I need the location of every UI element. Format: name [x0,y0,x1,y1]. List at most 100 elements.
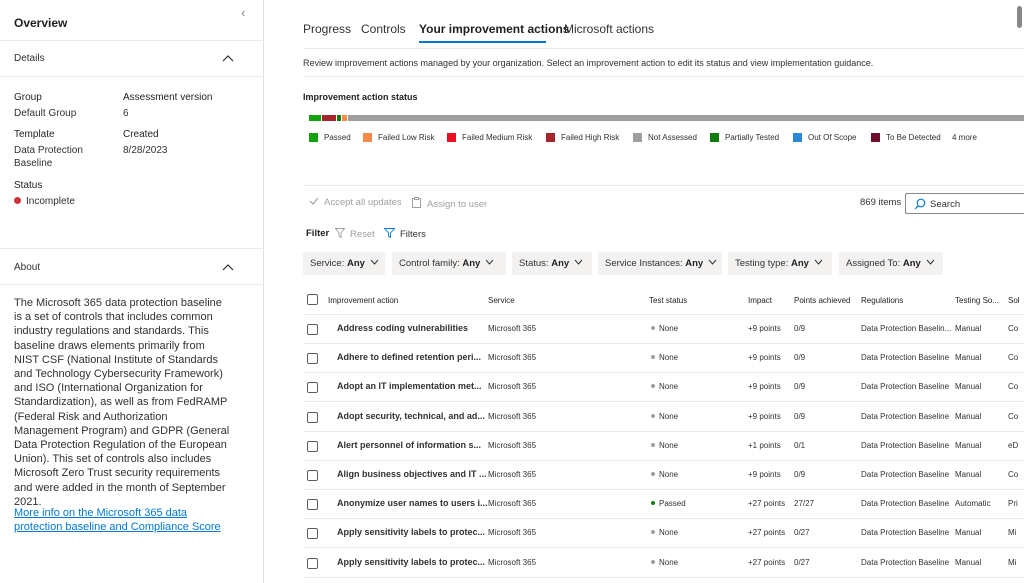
table-row[interactable]: Align business objectives and IT ... Micr… [265,461,1024,490]
column-header-impact[interactable]: Impact [748,296,772,305]
overview-panel: ‹ Overview Details Group Default Group A… [0,0,264,583]
column-header-test-status[interactable]: Test status [649,296,687,305]
status-label: Status [14,180,43,191]
improvement-action-name[interactable]: Adopt an IT implementation met... [337,381,487,391]
tab-your-improvement-actions[interactable]: Your improvement actions [419,22,569,36]
legend-label: To Be Detected [886,133,941,142]
reset-button[interactable]: Reset [334,228,375,240]
chevron-up-icon[interactable] [222,54,234,62]
tab-progress[interactable]: Progress [303,22,351,36]
chevron-down-icon [814,259,823,265]
row-checkbox[interactable] [307,440,318,452]
test-status-cell: None [651,324,678,333]
control-family-filter-pill[interactable]: Control family: Any [392,252,506,275]
table-row[interactable]: Address coding vulnerabilities Microsoft … [265,315,1024,344]
accept-all-updates-button[interactable]: Accept all updates [309,197,402,208]
status-dot-icon [651,501,655,506]
table-row[interactable]: Apply sensitivity labels to protec... Mic… [265,549,1024,578]
column-header-improvement-action[interactable]: Improvement action [328,296,398,305]
column-header-testing-source[interactable]: Testing So... [955,296,999,305]
table-row[interactable]: Anonymize user names to users i... Micros… [265,490,1024,520]
status-filter-pill[interactable]: Status: Any [512,252,592,275]
improvement-action-name[interactable]: Apply sensitivity labels to protec... [337,557,487,567]
chevron-up-icon[interactable] [222,263,234,271]
legend-more-link[interactable]: 4 more [952,133,977,142]
row-checkbox[interactable] [307,382,318,394]
row-checkbox[interactable] [307,528,318,540]
impact-cell: +1 points [748,440,781,450]
improvement-action-name[interactable]: Address coding vulnerabilities [337,323,487,333]
column-header-solutions[interactable]: Sol [1008,296,1020,305]
improvement-action-name[interactable]: Adopt security, technical, and ad... [337,411,487,421]
legend-label: Out Of Scope [808,133,857,142]
select-all-checkbox[interactable] [307,294,318,305]
table-row[interactable]: Adopt security, technical, and ad... Micr… [265,403,1024,432]
status-text: Incomplete [26,196,75,207]
service-cell: Microsoft 365 [488,528,537,538]
status-bar-failed-high [322,115,336,121]
table-row[interactable]: Alert personnel of information s... Micro… [265,432,1024,461]
divider [303,76,1024,77]
collapse-panel-icon[interactable]: ‹ [241,5,245,20]
accept-all-label: Accept all updates [324,197,402,208]
row-checkbox[interactable] [307,353,318,365]
points-achieved-cell: 0/1 [794,440,806,450]
column-header-points-achieved[interactable]: Points achieved [794,296,850,305]
row-checkbox[interactable] [307,557,318,569]
assigned-to-filter-pill[interactable]: Assigned To: Any [839,252,943,275]
table-row[interactable]: Apply sensitivity labels to protec... Mic… [265,519,1024,549]
filter-label: Filter [306,228,330,239]
test-status-cell: None [651,382,678,391]
status-bar-failed-low [342,115,347,121]
assign-to-user-button[interactable]: Assign to user [412,197,487,210]
impact-cell: +27 points [748,557,786,567]
service-cell: Microsoft 365 [488,411,537,421]
regulations-cell: Data Protection Baseline [861,499,950,509]
search-input[interactable]: Search [905,193,1024,214]
pill-label: Status: [519,258,549,269]
tab-microsoft-actions[interactable]: Microsoft actions [564,22,654,36]
row-checkbox[interactable] [307,324,318,335]
testing-source-cell: Manual [955,440,982,450]
testing-type-filter-pill[interactable]: Testing type: Any [728,252,832,275]
impact-cell: +9 points [748,470,781,479]
table-row[interactable]: Adhere to defined retention peri... Micro… [265,344,1024,374]
reset-label: Reset [350,229,375,240]
row-checkbox[interactable] [307,499,318,511]
improvement-action-name[interactable]: Adhere to defined retention peri... [337,352,487,362]
divider [0,76,264,77]
pill-label: Service Instances: [605,258,683,269]
scrollbar[interactable] [1017,6,1022,28]
filters-button[interactable]: Filters [383,228,426,240]
solutions-cell: Co [1008,324,1019,333]
search-placeholder: Search [930,199,961,210]
details-section-header[interactable]: Details [0,53,264,69]
tab-controls[interactable]: Controls [361,22,406,36]
points-achieved-cell: 0/9 [794,411,806,421]
row-checkbox[interactable] [307,411,318,423]
service-cell: Microsoft 365 [488,324,537,333]
service-filter-pill[interactable]: Service: Any [303,252,385,275]
test-status-cell: None [651,528,678,537]
improvement-action-name[interactable]: Apply sensitivity labels to protec... [337,527,487,537]
improvement-action-name[interactable]: Anonymize user names to users i... [337,498,487,508]
row-checkbox[interactable] [307,470,318,481]
divider [0,248,264,249]
solutions-cell: Co [1008,353,1019,363]
legend-label: Partially Tested [725,133,780,142]
test-status-text: None [659,470,679,479]
about-header-label: About [14,262,41,273]
column-header-regulations[interactable]: Regulations [861,296,903,305]
regulations-cell: Data Protection Baseline [861,557,950,567]
table-row[interactable]: Adopt an IT implementation met... Microso… [265,373,1024,403]
about-more-info-link[interactable]: More info on the Microsoft 365 data prot… [14,506,232,534]
testing-source-cell: Manual [955,324,982,333]
legend-not-assessed: Not Assessed [633,133,697,142]
status-bar-passed [309,115,321,121]
column-header-service[interactable]: Service [488,296,515,305]
service-instances-filter-pill[interactable]: Service Instances: Any [598,252,722,275]
improvement-action-name[interactable]: Align business objectives and IT ... [337,469,487,479]
improvement-action-name[interactable]: Alert personnel of information s... [337,440,487,450]
about-section-header[interactable]: About [0,262,264,278]
status-dot-icon [651,530,655,535]
